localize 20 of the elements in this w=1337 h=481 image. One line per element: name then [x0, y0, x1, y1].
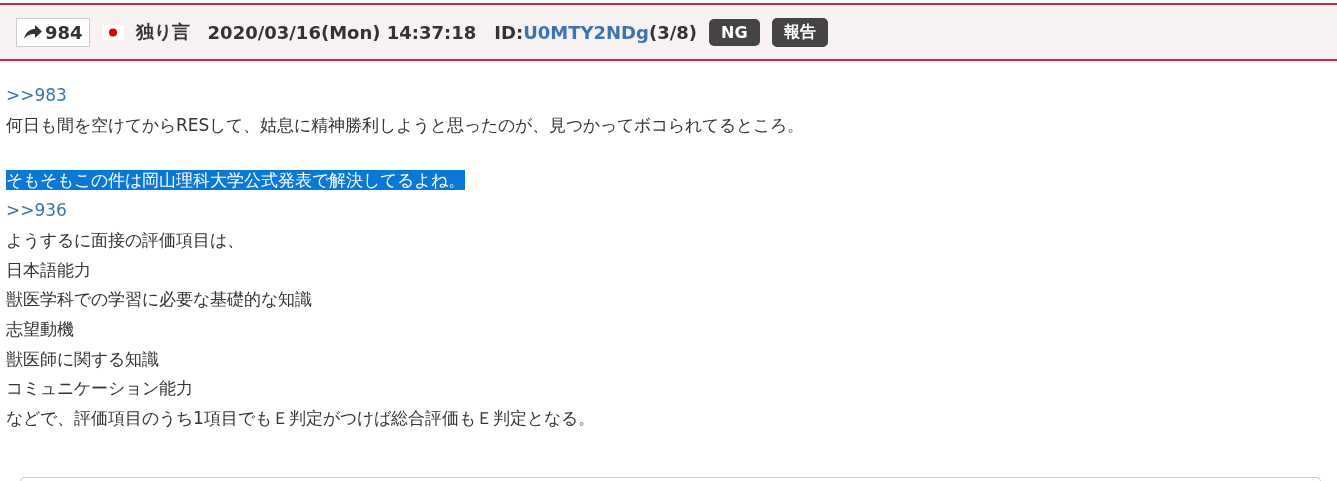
id-link[interactable]: U0MTY2NDg [523, 21, 649, 43]
post-text-line: ようするに面接の評価項目は、 [6, 229, 244, 250]
ng-button[interactable]: NG [709, 18, 760, 46]
reply-count-link[interactable]: 984 [16, 17, 90, 47]
post-text-line: 獣医師に関する知識 [6, 348, 159, 369]
share-arrow-icon [23, 24, 43, 40]
post-text-line: 日本語能力 [6, 259, 91, 280]
poster-name: 独り言 [135, 20, 190, 44]
flag-icon [101, 24, 124, 40]
reply-anchor-link[interactable]: >>936 [6, 200, 67, 221]
id-count: (3/8) [648, 21, 697, 43]
id-label: ID: [494, 21, 524, 43]
post-text-line: 何日も間を空けてからRESして、姑息に精神勝利しようと思ったのが、見つかってボコられてるところ。 [6, 114, 805, 135]
post-text-line: 獣医学科での学習に必要な基礎的な知識 [6, 289, 312, 310]
post-text-line: などで、評価項目のうち1項目でもＥ判定がつけば総合評価もＥ判定となる。 [6, 408, 595, 429]
post-text-line: コミュニケーション能力 [6, 378, 193, 399]
post-datetime: 2020/03/16(Mon) 14:37:18 [207, 21, 477, 43]
post-text-line: 志望動機 [6, 318, 74, 339]
report-button[interactable]: 報告 [771, 17, 828, 47]
reply-anchor-link[interactable]: >>983 [6, 85, 67, 105]
